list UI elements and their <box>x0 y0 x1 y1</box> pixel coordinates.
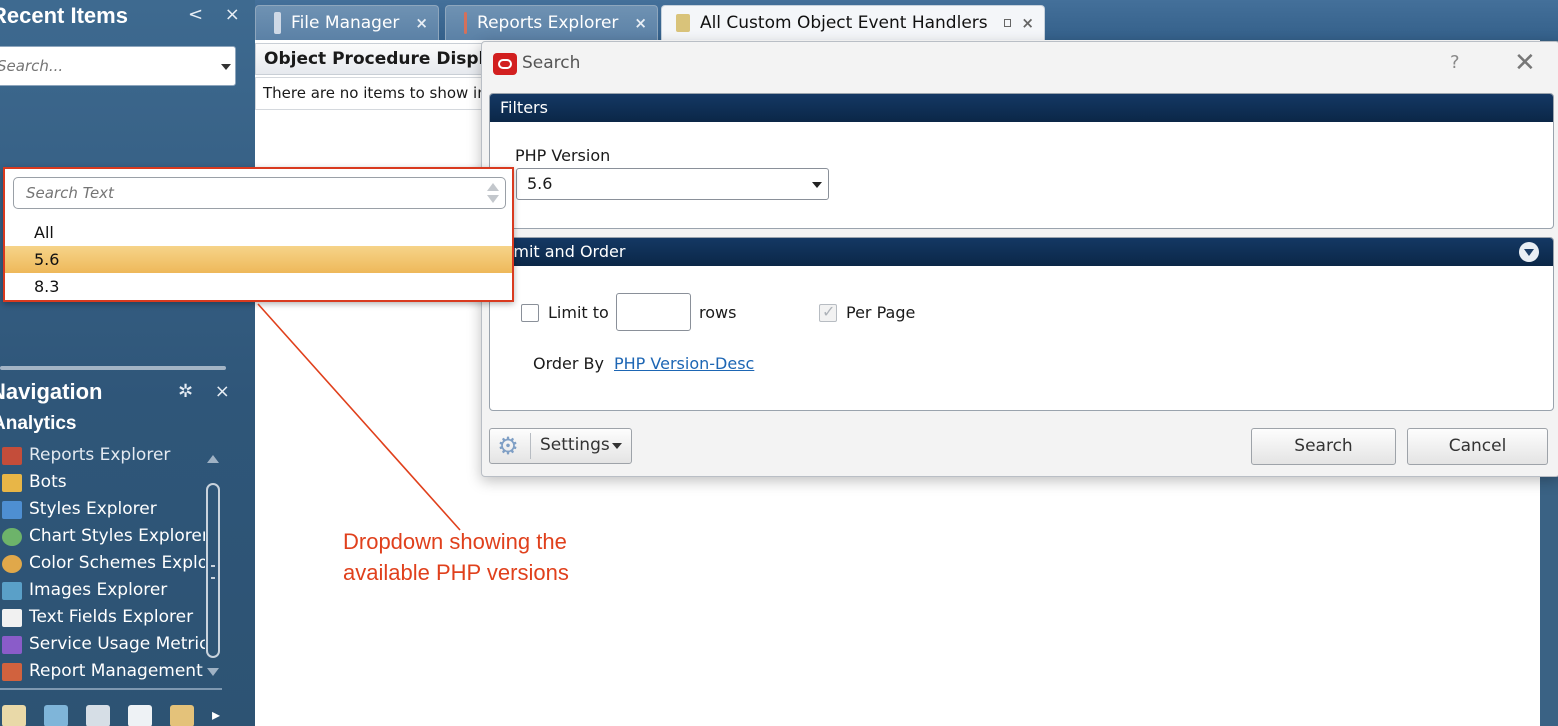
annotation-line-segment <box>257 303 461 531</box>
annotation-label: Dropdown showing the available PHP versi… <box>343 529 569 585</box>
annotation-callout-line <box>257 303 461 531</box>
